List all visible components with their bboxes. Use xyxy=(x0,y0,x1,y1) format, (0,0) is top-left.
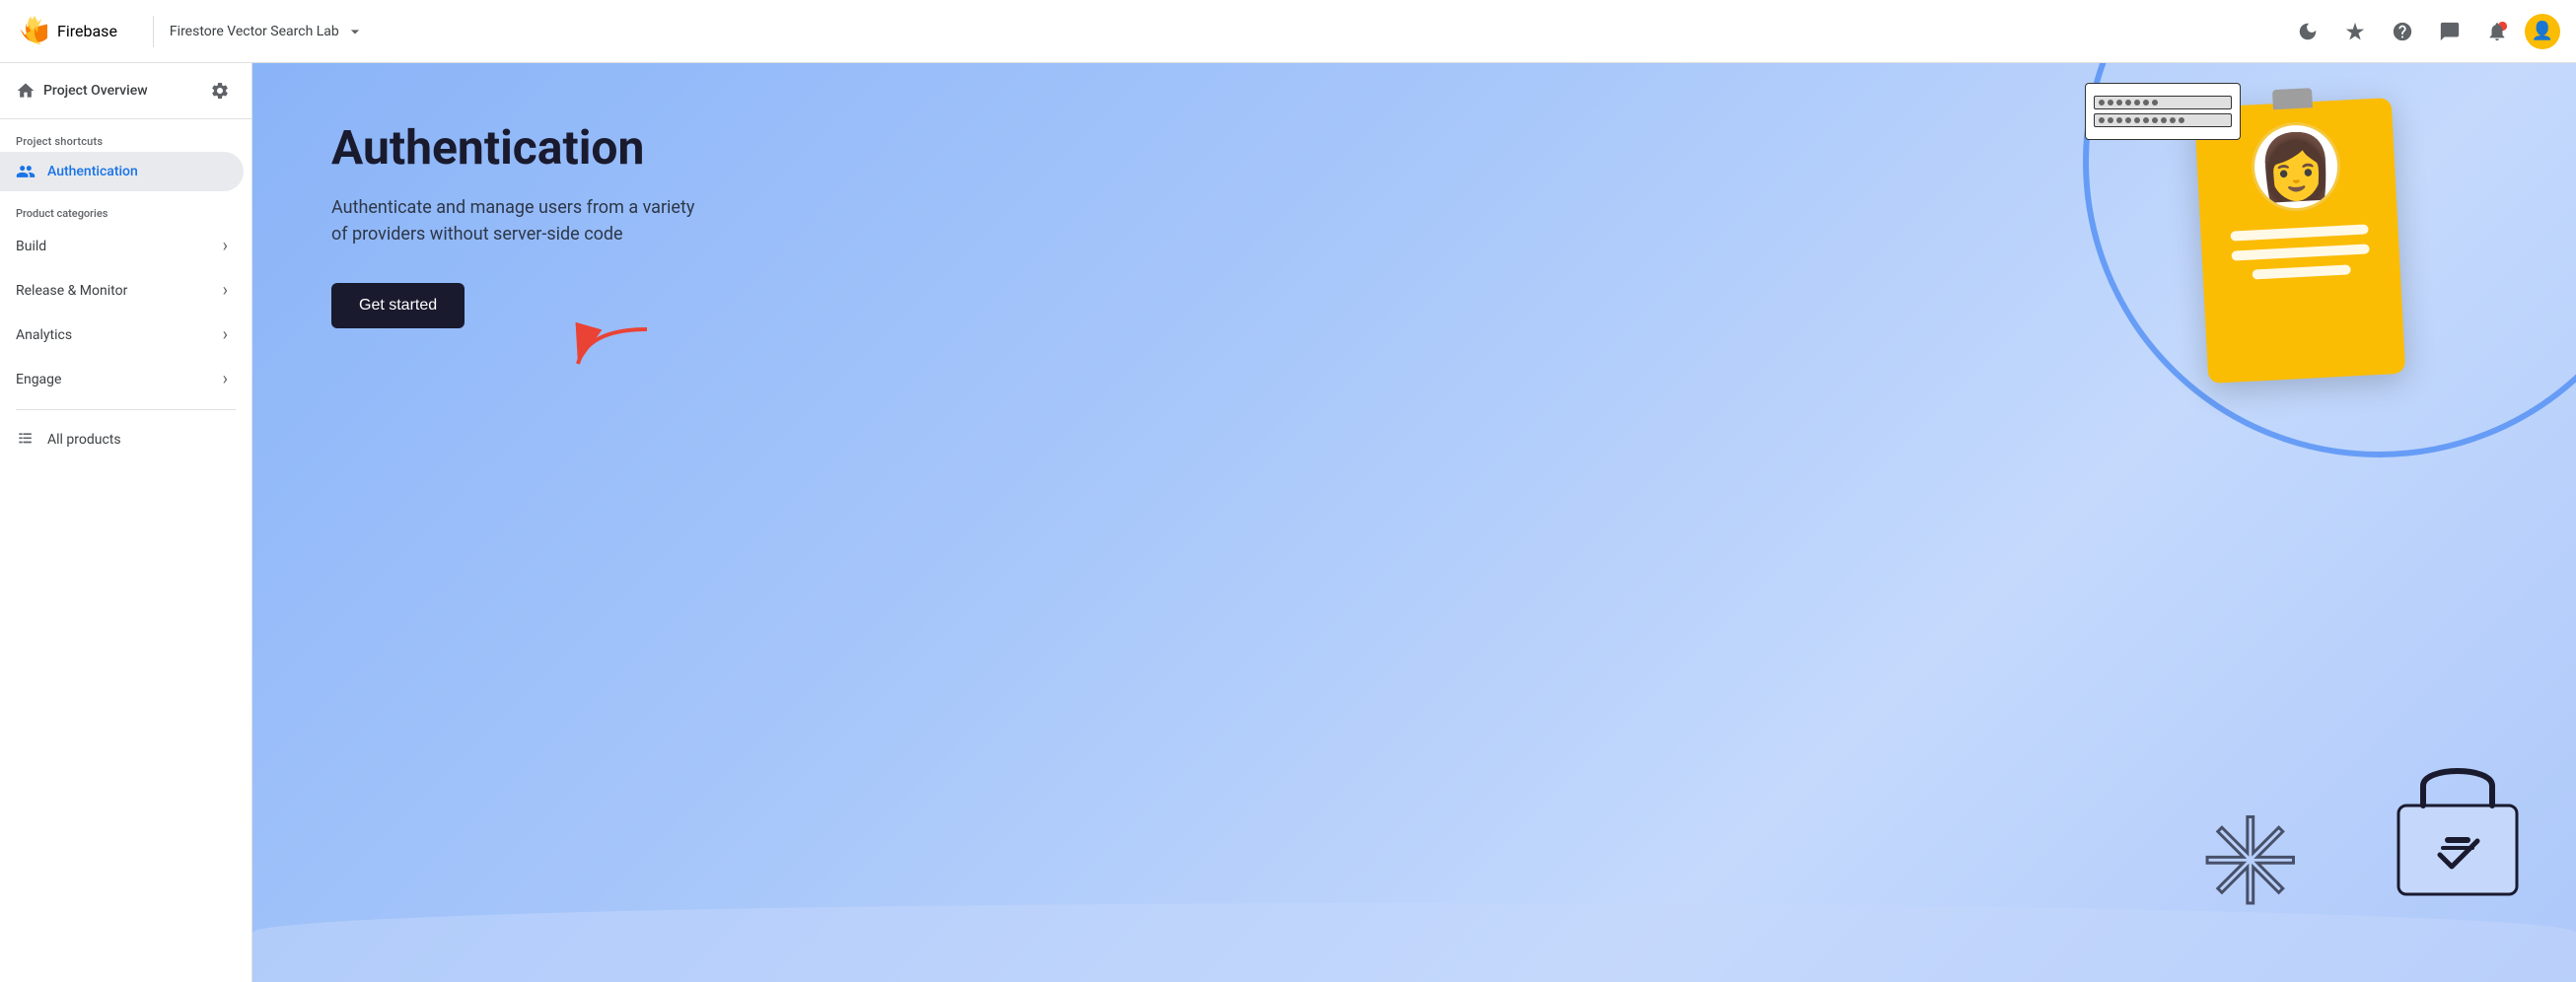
login-dot xyxy=(2125,117,2131,123)
project-overview-link[interactable]: Project Overview xyxy=(16,81,196,101)
login-dot xyxy=(2099,117,2105,123)
sidebar-category-build[interactable]: Build › xyxy=(0,224,244,268)
all-products-label: All products xyxy=(47,432,121,448)
firebase-logo: Firebase xyxy=(16,16,117,47)
chat-icon xyxy=(2439,21,2461,42)
build-chevron-icon: › xyxy=(223,236,228,256)
topbar-actions: 👤 xyxy=(2288,12,2560,51)
id-card-avatar: 👩 xyxy=(2250,120,2343,214)
snowflake-decoration: ✳ xyxy=(2200,805,2300,923)
topbar: Firebase Firestore Vector Search Lab 👤 xyxy=(0,0,2576,63)
login-dot xyxy=(2116,100,2122,105)
people-icon xyxy=(16,162,36,181)
login-dot xyxy=(2134,117,2140,123)
lock-icon xyxy=(2389,741,2527,899)
login-form-password-row xyxy=(2094,113,2232,127)
help-button[interactable] xyxy=(2383,12,2422,51)
user-avatar[interactable]: 👤 xyxy=(2525,14,2560,49)
engage-label: Engage xyxy=(16,372,61,387)
dropdown-arrow-icon xyxy=(345,22,365,41)
sidebar-category-release-monitor[interactable]: Release & Monitor › xyxy=(0,268,244,313)
sparkle-button[interactable] xyxy=(2335,12,2375,51)
build-label: Build xyxy=(16,239,46,254)
product-categories-label: Product categories xyxy=(0,191,251,224)
chat-button[interactable] xyxy=(2430,12,2469,51)
gear-icon xyxy=(210,81,230,101)
login-dot xyxy=(2108,100,2113,105)
login-dot xyxy=(2134,100,2140,105)
id-card-clip xyxy=(2272,88,2313,109)
page-title: Authentication xyxy=(331,122,706,175)
analytics-label: Analytics xyxy=(16,327,72,343)
authentication-label: Authentication xyxy=(47,164,138,179)
get-started-button[interactable]: Get started xyxy=(331,283,465,328)
login-dot xyxy=(2152,117,2158,123)
login-dot xyxy=(2161,117,2167,123)
project-name: Firestore Vector Search Lab xyxy=(170,24,339,39)
sidebar-category-analytics[interactable]: Analytics › xyxy=(0,313,244,357)
arrow-indicator xyxy=(568,319,657,390)
login-form-illustration xyxy=(2085,83,2241,140)
avatar-emoji: 👤 xyxy=(2532,21,2553,41)
home-icon xyxy=(16,81,36,101)
login-dot xyxy=(2116,117,2122,123)
lock-illustration xyxy=(2389,741,2527,903)
login-dot xyxy=(2099,100,2105,105)
login-dot xyxy=(2108,117,2113,123)
dark-mode-button[interactable] xyxy=(2288,12,2327,51)
grid-icon xyxy=(16,430,36,450)
all-products-link[interactable]: All products xyxy=(0,418,251,461)
page-description: Authenticate and manage users from a var… xyxy=(331,194,706,247)
sparkle-icon xyxy=(2344,21,2366,42)
login-dot xyxy=(2143,117,2149,123)
main-text-area: Authentication Authenticate and manage u… xyxy=(331,122,706,328)
id-card-line-1 xyxy=(2230,224,2368,241)
sidebar-item-authentication[interactable]: Authentication xyxy=(0,152,244,191)
login-dot xyxy=(2179,117,2184,123)
id-card-line-2 xyxy=(2231,244,2369,260)
bell-icon xyxy=(2486,21,2508,42)
project-shortcuts-label: Project shortcuts xyxy=(0,119,251,152)
avatar-face-icon: 👩 xyxy=(2254,128,2337,206)
red-arrow-icon xyxy=(568,319,657,379)
moon-icon xyxy=(2297,21,2319,42)
settings-button[interactable] xyxy=(204,75,236,106)
id-card-line-3 xyxy=(2252,264,2350,279)
id-card-illustration: 👩 xyxy=(2194,98,2405,384)
login-dot xyxy=(2125,100,2131,105)
sidebar-category-engage[interactable]: Engage › xyxy=(0,357,244,401)
firebase-flame-icon xyxy=(16,16,47,47)
sidebar: Project Overview Project shortcuts Authe… xyxy=(0,63,252,982)
app-body: Project Overview Project shortcuts Authe… xyxy=(0,63,2576,982)
login-form-username-row xyxy=(2094,96,2232,109)
help-icon xyxy=(2392,21,2413,42)
login-dot xyxy=(2152,100,2158,105)
sidebar-divider xyxy=(16,409,236,410)
project-overview-row: Project Overview xyxy=(0,63,251,119)
login-dot xyxy=(2170,117,2176,123)
engage-chevron-icon: › xyxy=(223,369,228,389)
release-monitor-chevron-icon: › xyxy=(223,280,228,301)
project-selector[interactable]: Firestore Vector Search Lab xyxy=(170,22,365,41)
release-monitor-label: Release & Monitor xyxy=(16,283,127,299)
login-dot xyxy=(2143,100,2149,105)
analytics-chevron-icon: › xyxy=(223,324,228,345)
project-overview-label: Project Overview xyxy=(43,83,148,99)
topbar-divider xyxy=(153,16,154,47)
notifications-button[interactable] xyxy=(2477,12,2517,51)
main-content: Authentication Authenticate and manage u… xyxy=(252,63,2576,982)
firebase-logo-text: Firebase xyxy=(57,22,117,40)
